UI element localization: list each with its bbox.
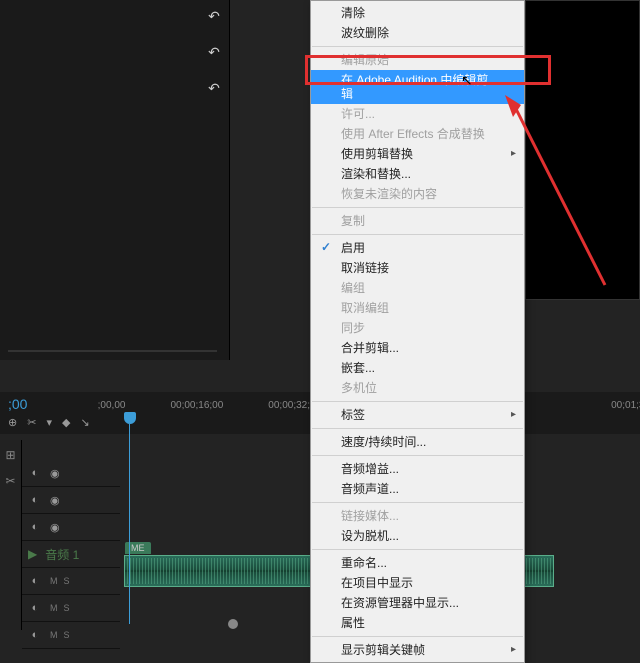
undo-button[interactable]: ↶ [203,8,225,24]
track-row[interactable]: ◐MS [22,568,120,595]
timeline-tools: ⊞ ✂ [0,440,22,630]
menu-enable[interactable]: 启用 [311,238,524,258]
menu-reveal-explorer[interactable]: 在资源管理器中显示... [311,593,524,613]
menu-edit-original: 编辑原始 [311,50,524,70]
track-row[interactable]: ◐MS [22,622,120,649]
track-headers: ◐◉ ◐◉ ◐◉ ▶音频 1 ◐MS ◐MS ◐MS [22,460,120,649]
menu-separator [312,636,523,637]
tool-icon[interactable]: ⊞ [5,448,15,462]
menu-clear[interactable]: 清除 [311,3,524,23]
timeline-controls[interactable]: ⊕✂▾◆↘ [8,416,90,429]
menu-properties[interactable]: 属性 [311,613,524,633]
menu-separator [312,46,523,47]
undo-button[interactable]: ↶ [203,44,225,60]
track-row[interactable]: ◐◉ [22,487,120,514]
menu-license: 许可... [311,104,524,124]
track-row[interactable]: ◐MS [22,595,120,622]
playhead-timecode[interactable]: ;00 [8,396,90,412]
zoom-slider-handle[interactable] [228,619,238,629]
menu-make-offline[interactable]: 设为脱机... [311,526,524,546]
zoom-slider-track[interactable] [8,350,217,352]
audio-track-label[interactable]: ▶音频 1 [22,541,120,568]
menu-rename[interactable]: 重命名... [311,553,524,573]
menu-label[interactable]: 标签 [311,405,524,425]
program-monitor [525,0,640,300]
playhead-marker[interactable] [124,412,136,424]
menu-audio-channels[interactable]: 音频声道... [311,479,524,499]
menu-link-media: 链接媒体... [311,506,524,526]
menu-edit-in-audition[interactable]: 在 Adobe Audition 中编辑剪辑 [311,70,524,104]
menu-merge-clips[interactable]: 合并剪辑... [311,338,524,358]
menu-render-replace[interactable]: 渲染和替换... [311,164,524,184]
menu-separator [312,502,523,503]
menu-separator [312,455,523,456]
context-menu: 清除 波纹删除 编辑原始 在 Adobe Audition 中编辑剪辑 许可..… [310,0,525,663]
menu-ripple-delete[interactable]: 波纹删除 [311,23,524,43]
menu-audio-gain[interactable]: 音频增益... [311,459,524,479]
menu-ae-replace: 使用 After Effects 合成替换 [311,124,524,144]
menu-show-keyframes[interactable]: 显示剪辑关键帧 [311,640,524,660]
menu-separator [312,549,523,550]
menu-separator [312,428,523,429]
menu-ungroup: 取消编组 [311,298,524,318]
menu-unlink[interactable]: 取消链接 [311,258,524,278]
menu-multicam: 多机位 [311,378,524,398]
menu-speed-duration[interactable]: 速度/持续时间... [311,432,524,452]
menu-group: 编组 [311,278,524,298]
track-row[interactable]: ◐◉ [22,460,120,487]
menu-nest[interactable]: 嵌套... [311,358,524,378]
menu-sync: 同步 [311,318,524,338]
menu-clip-replace[interactable]: 使用剪辑替换 [311,144,524,164]
menu-separator [312,207,523,208]
playhead-line [129,424,130,624]
menu-restore-unrendered: 恢复未渲染的内容 [311,184,524,204]
tool-icon[interactable]: ✂ [5,474,15,488]
menu-separator [312,401,523,402]
menu-duplicate: 复制 [311,211,524,231]
undo-button[interactable]: ↶ [203,80,225,96]
track-row[interactable]: ◐◉ [22,514,120,541]
menu-reveal-project[interactable]: 在项目中显示 [311,573,524,593]
menu-separator [312,234,523,235]
source-panel: ↶ ↶ ↶ [0,0,230,360]
